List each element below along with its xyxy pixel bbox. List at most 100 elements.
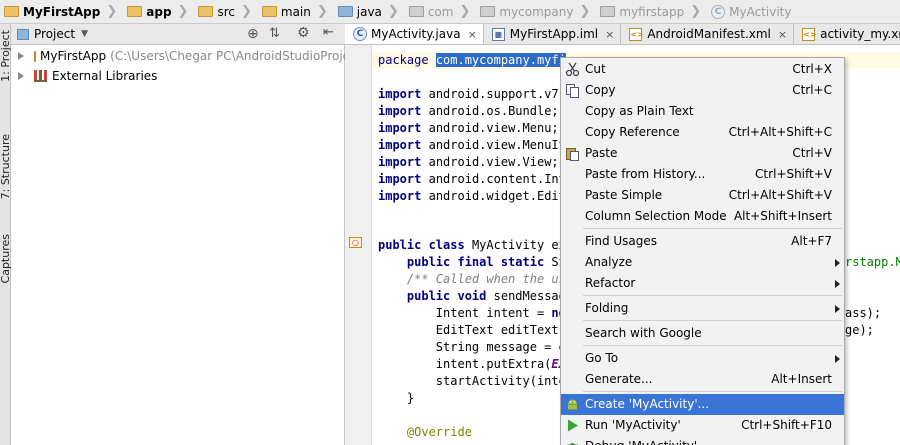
code-line-override: @Override [406,425,472,439]
project-panel-header: Project ▼ ⊕ ⇅ ⚙ ⇤ [11,24,345,45]
editor-gutter: ○ [345,45,372,445]
code-fragment-right: ass); [845,306,882,320]
editor-tab-bar: C MyActivity.java × ■ MyFirstApp.iml × <> Andro… [345,24,900,45]
gear-icon[interactable]: ⚙ [297,25,310,41]
expand-arrow-icon[interactable] [18,72,24,80]
menu-item-paste-simple[interactable]: Paste Simple Ctrl+Alt+Shift+V [561,185,844,206]
menu-item-find-usages[interactable]: Find Usages Alt+F7 [561,231,844,252]
breadcrumb-item[interactable]: com ❯ [405,0,477,23]
menu-item-copy[interactable]: Copy Ctrl+C [561,80,844,101]
breadcrumb-item[interactable]: MyFirstApp ❯ [0,0,123,23]
menu-item-label: Folding [585,301,629,315]
menu-item-copy-as-plain-text[interactable]: Copy as Plain Text [561,101,844,122]
package-folder-icon [408,6,424,17]
tree-item-myfirstapp[interactable]: MyFirstApp (C:\Users\Chegar PC\AndroidSt… [11,46,361,66]
submenu-arrow-icon [835,259,840,267]
menu-item-go-to[interactable]: Go To [561,348,844,369]
project-panel: Project ▼ ⊕ ⇅ ⚙ ⇤ MyFirstApp (C:\Users\C… [11,24,361,445]
menu-item-label: Copy Reference [585,125,680,139]
expand-arrow-icon[interactable] [18,52,24,60]
menu-item-run-myactivity[interactable]: Run 'MyActivity' Ctrl+Shift+F10 [561,415,844,436]
breadcrumb-item[interactable]: mycompany ❯ [476,0,596,23]
menu-item-label: Debug 'MyActivity' [585,436,697,445]
menu-item-generate[interactable]: Generate... Alt+Insert [561,369,844,390]
breadcrumb-item[interactable]: src ❯ [194,0,257,23]
paste-icon [565,146,580,161]
tree-item-external-libraries[interactable]: External Libraries [11,66,345,86]
source-folder-icon [337,6,353,17]
breadcrumb-item[interactable]: main ❯ [258,0,334,23]
menu-item-label: Go To [585,351,619,365]
package-folder-icon [600,6,616,17]
menu-item-shortcut: Ctrl+V [792,146,832,160]
folder-icon [198,6,214,17]
breadcrumb-separator-icon: ❯ [177,4,189,19]
editor-tab[interactable]: <>activity_my.xml× [794,24,900,44]
chevron-down-icon[interactable]: ▼ [81,29,88,39]
xml-file-icon: <> [802,27,817,41]
code-line-class-decl: public class MyActivity ex [378,238,566,252]
code-line-import: import android.view.Menu; [378,121,559,135]
editor-tab-label: AndroidManifest.xml [647,27,771,41]
code-fragment-right: rstapp.ME [845,255,900,269]
project-folder-icon [34,50,36,62]
xml-file-icon: <> [629,27,644,41]
menu-item-refactor[interactable]: Refactor [561,273,844,294]
menu-item-shortcut: Alt+F7 [791,234,832,248]
editor-tab[interactable]: <> AndroidManifest.xml × [621,24,795,44]
folder-icon [261,6,277,17]
code-line-import: import android.view.MenuIt [378,138,566,152]
run-icon [565,418,580,433]
menu-item-label: Analyze [585,255,633,269]
code-line-string: String message = e [435,340,566,354]
breadcrumb-item[interactable]: app ❯ [123,0,194,23]
menu-separator [583,391,842,392]
editor-tab[interactable]: ■ MyFirstApp.iml × [484,24,622,44]
menu-item-shortcut: Alt+Shift+Insert [733,209,832,223]
code-line-field: public final static St [406,255,566,269]
iml-file-icon: ■ [491,27,505,41]
close-tab-icon[interactable]: × [778,28,787,41]
close-tab-icon[interactable]: × [468,28,477,41]
class-icon: C [353,27,367,41]
menu-item-shortcut: Ctrl+C [792,83,832,97]
menu-item-shortcut: Ctrl+Alt+Shift+C [728,125,832,139]
project-folder-icon [4,6,19,17]
close-tab-icon[interactable]: × [605,28,614,41]
menu-item-shortcut: Ctrl+Alt+Shift+V [728,188,832,202]
menu-item-copy-reference[interactable]: Copy Reference Ctrl+Alt+Shift+C [561,122,844,143]
menu-item-search-with-google[interactable]: Search with Google [561,323,844,344]
menu-item-shortcut: Ctrl+X [792,62,832,76]
menu-item-cut[interactable]: Cut Ctrl+X [561,59,844,80]
menu-item-label: Paste [585,146,618,160]
hide-panel-icon[interactable]: ⇤ [323,25,334,40]
code-line-startactivity: startActivity(inte [435,374,566,388]
menu-separator [583,228,842,229]
editor-context-menu: Cut Ctrl+X Copy Ctrl+C Copy as Plain Text Cop… [560,57,845,445]
left-tool-strip: 1: Project 7: Structure Captures [0,24,12,445]
code-fragment-right: ge); [845,323,874,337]
menu-item-create-myactivity[interactable]: Create 'MyActivity'... [561,394,844,415]
editor-tab[interactable]: C MyActivity.java × [345,24,484,44]
breadcrumb-item[interactable]: C MyActivity [707,0,797,23]
breadcrumb-item[interactable]: myfirstapp ❯ [596,0,707,23]
menu-item-label: Copy as Plain Text [585,104,694,118]
submenu-arrow-icon [835,305,840,313]
menu-item-column-selection-mode[interactable]: Column Selection Mode Alt+Shift+Insert [561,206,844,227]
menu-item-analyze[interactable]: Analyze [561,252,844,273]
breadcrumb-label: com [427,4,454,19]
menu-item-paste[interactable]: Paste Ctrl+V [561,143,844,164]
menu-item-shortcut: Alt+Insert [771,372,832,386]
collapse-icon[interactable]: ⇅ [269,26,280,41]
menu-item-debug-myactivity[interactable]: Debug 'MyActivity' [561,436,844,445]
project-view-selector[interactable]: Project [34,27,75,41]
menu-item-label: Copy [585,83,616,97]
code-line-method: public void sendMessag [406,289,566,303]
menu-item-paste-from-history[interactable]: Paste from History... Ctrl+Shift+V [561,164,844,185]
breadcrumb-label: main [280,4,311,19]
menu-item-folding[interactable]: Folding [561,298,844,319]
breadcrumb-item[interactable]: java ❯ [334,0,405,23]
folder-icon [127,6,143,17]
implementation-marker-icon[interactable]: ○ [349,237,362,248]
sync-icon[interactable]: ⊕ [247,26,259,42]
